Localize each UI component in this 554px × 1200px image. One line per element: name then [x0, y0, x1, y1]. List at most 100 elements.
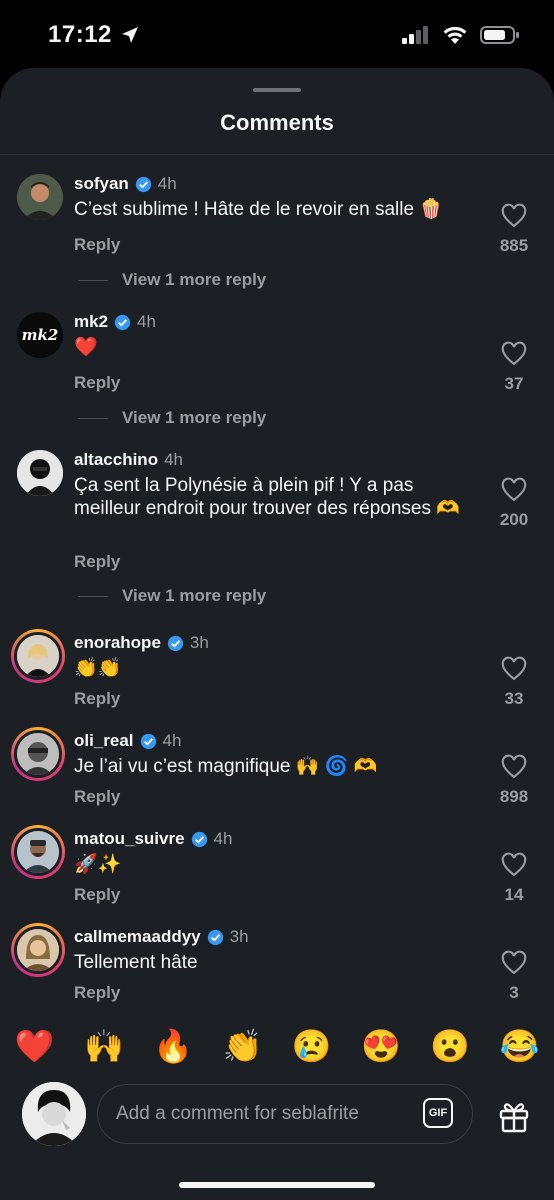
username[interactable]: matou_suivre: [74, 829, 185, 849]
emoji-surprised-button[interactable]: 😮: [430, 1027, 470, 1065]
comment-text: Tellement hâte: [74, 952, 198, 973]
view-more-line: [78, 417, 108, 419]
current-user-avatar: [22, 1082, 86, 1146]
like-count: 33: [504, 689, 524, 708]
view-more-replies[interactable]: View 1 more reply: [78, 408, 266, 428]
verified-badge-icon: [140, 733, 156, 749]
gif-button[interactable]: GIF: [423, 1098, 453, 1128]
home-indicator[interactable]: [179, 1182, 375, 1188]
view-more-line: [78, 595, 108, 597]
title-divider: [0, 154, 554, 155]
comment-meta: matou_suivre 4h: [74, 829, 232, 849]
status-bar: 17:12: [0, 0, 554, 70]
comment-meta: callmemaaddyy 3h: [74, 927, 249, 947]
view-more-label: View 1 more reply: [122, 586, 267, 605]
emoji-clap-button[interactable]: 👏: [222, 1027, 262, 1065]
reply-button[interactable]: Reply: [74, 983, 120, 1003]
avatar[interactable]: [11, 629, 65, 683]
status-time: 17:12: [48, 21, 112, 48]
comment-text: ❤️: [74, 337, 98, 358]
current-user-avatar-image: [22, 1082, 86, 1146]
avatar-image: [17, 174, 63, 220]
emoji-sad-button[interactable]: 😢: [292, 1027, 332, 1065]
sheet-grabber[interactable]: [253, 88, 301, 92]
comment-meta: altacchino 4h: [74, 450, 183, 470]
emoji-raised-hands-button[interactable]: 🙌: [84, 1027, 124, 1065]
sheet-title: Comments: [220, 110, 334, 135]
heart-icon[interactable]: [496, 202, 532, 230]
comment-composer: GIF: [0, 1074, 554, 1200]
comment-meta: mk2 4h: [74, 312, 156, 332]
view-more-replies[interactable]: View 1 more reply: [78, 586, 266, 606]
emoji-fire-button[interactable]: 🔥: [153, 1027, 193, 1065]
avatar[interactable]: [11, 727, 65, 781]
avatar[interactable]: [17, 450, 63, 496]
like-count: 14: [504, 885, 524, 904]
like-count: 3: [509, 983, 519, 1002]
avatar[interactable]: [11, 923, 65, 977]
comment-text: 🚀✨: [74, 854, 122, 875]
comment-meta: oli_real 4h: [74, 731, 181, 751]
verified-badge-icon: [135, 176, 151, 192]
avatar[interactable]: [11, 825, 65, 879]
comment-time: 3h: [189, 633, 209, 652]
gift-icon[interactable]: [496, 1098, 532, 1134]
location-arrow-icon: [121, 27, 138, 43]
like-count: 37: [504, 374, 524, 393]
wifi-icon: [443, 26, 467, 44]
username[interactable]: altacchino: [74, 450, 158, 470]
reply-button[interactable]: Reply: [74, 689, 120, 709]
reply-button[interactable]: Reply: [74, 552, 120, 572]
like-count: 200: [499, 510, 529, 529]
reply-button[interactable]: Reply: [74, 373, 120, 393]
heart-icon[interactable]: [496, 476, 532, 504]
heart-icon[interactable]: [496, 753, 532, 781]
battery-icon: [480, 26, 519, 44]
comment-text: 👏👏: [74, 658, 122, 679]
view-more-label: View 1 more reply: [122, 270, 267, 289]
like-count: 885: [499, 236, 529, 255]
comment-time: 4h: [164, 450, 184, 469]
avatar[interactable]: [17, 174, 63, 220]
verified-badge-icon: [167, 635, 184, 651]
like-count: 898: [499, 787, 529, 806]
avatar-image: [14, 632, 62, 680]
username[interactable]: enorahope: [74, 633, 161, 653]
comment-input[interactable]: [97, 1084, 473, 1144]
view-more-replies[interactable]: View 1 more reply: [78, 270, 266, 290]
verified-badge-icon: [207, 929, 223, 945]
status-left: 17:12: [48, 21, 140, 49]
username[interactable]: mk2: [74, 312, 108, 332]
comment-text: C’est sublime ! Hâte de le revoir en sal…: [74, 199, 443, 220]
comment-meta: enorahope 3h: [74, 633, 209, 653]
emoji-reaction-bar: ❤️ 🙌 🔥 👏 😢 😍 😮 😂: [0, 1018, 554, 1074]
verified-badge-icon: [191, 831, 207, 847]
comment-time: 3h: [229, 927, 249, 946]
emoji-heart-eyes-button[interactable]: 😍: [361, 1027, 401, 1065]
status-right: [402, 25, 520, 45]
username[interactable]: callmemaaddyy: [74, 927, 201, 947]
heart-icon[interactable]: [496, 340, 532, 368]
heart-icon[interactable]: [496, 655, 532, 683]
avatar-image: [14, 828, 62, 876]
heart-icon[interactable]: [496, 851, 532, 879]
comment-text: Ça sent la Polynésie à plein pif ! Y a p…: [74, 475, 460, 519]
view-more-line: [78, 279, 108, 281]
mk2-logo: mk2: [21, 326, 59, 344]
emoji-laugh-button[interactable]: 😂: [499, 1027, 539, 1065]
heart-icon[interactable]: [496, 949, 532, 977]
emoji-heart-button[interactable]: ❤️: [15, 1027, 55, 1065]
comment-time: 4h: [157, 174, 177, 193]
comment-time: 4h: [162, 731, 182, 750]
reply-button[interactable]: Reply: [74, 235, 120, 255]
comment-time: 4h: [213, 829, 233, 848]
avatar-image: [17, 450, 63, 496]
avatar-image: [14, 730, 62, 778]
username[interactable]: oli_real: [74, 731, 134, 751]
avatar[interactable]: mk2: [17, 312, 63, 358]
view-more-label: View 1 more reply: [122, 408, 267, 427]
comment-meta: sofyan 4h: [74, 174, 177, 194]
username[interactable]: sofyan: [74, 174, 129, 194]
reply-button[interactable]: Reply: [74, 787, 120, 807]
reply-button[interactable]: Reply: [74, 885, 120, 905]
